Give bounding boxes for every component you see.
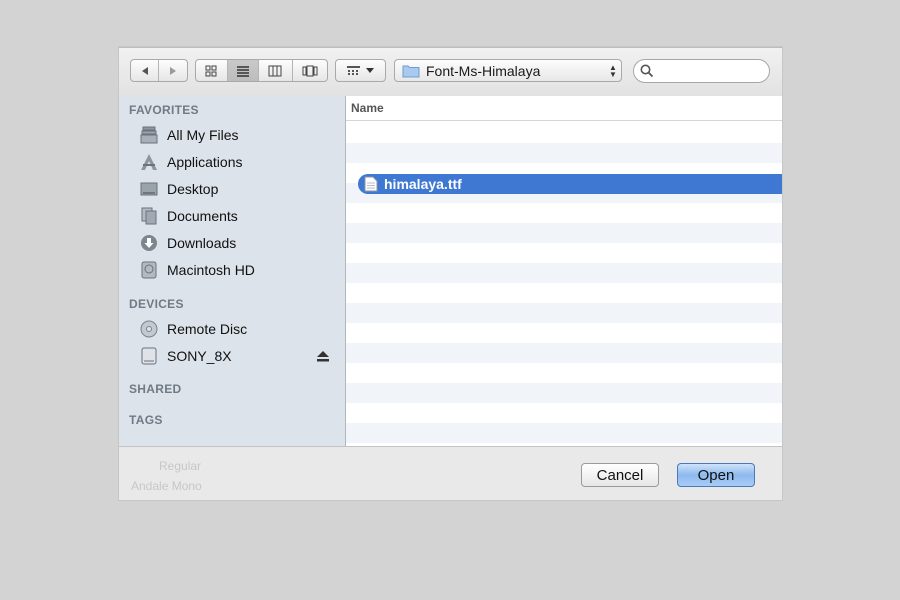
- external-drive-icon: [139, 346, 159, 366]
- list-view-icon: [236, 65, 249, 77]
- search-field[interactable]: [633, 59, 770, 83]
- sidebar-item-downloads[interactable]: Downloads: [139, 231, 339, 255]
- sidebar-item-label: All My Files: [167, 127, 239, 143]
- sidebar-item-label: Documents: [167, 208, 238, 224]
- sidebar-item-sony-8x[interactable]: SONY_8X: [139, 344, 339, 368]
- view-mode-switch: [195, 59, 328, 82]
- all-files-icon: [139, 125, 159, 145]
- file-name: himalaya.ttf: [384, 176, 462, 192]
- document-icon: [364, 176, 378, 192]
- section-devices: DEVICES: [129, 297, 184, 311]
- back-button[interactable]: [131, 60, 159, 81]
- column-header-label: Name: [351, 101, 384, 115]
- file-rows: [346, 123, 782, 446]
- sidebar-item-label: Downloads: [167, 235, 237, 251]
- search-icon: [640, 64, 654, 78]
- popup-updown-icon: ▲ ▼: [609, 62, 617, 79]
- sidebar-item-label: SONY_8X: [167, 348, 232, 364]
- section-favorites: FAVORITES: [129, 103, 199, 117]
- background-text: Regular: [159, 459, 202, 473]
- location-popup[interactable]: Font-Ms-Himalaya ▲ ▼: [394, 59, 622, 82]
- sidebar-item-label: Desktop: [167, 181, 219, 197]
- dropdown-arrow-icon: [366, 67, 374, 73]
- file-row-selected[interactable]: himalaya.ttf: [358, 174, 782, 194]
- sidebar-item-label: Applications: [167, 154, 243, 170]
- arrange-menu-face: [336, 60, 385, 81]
- eject-button[interactable]: [317, 349, 329, 367]
- sidebar-item-desktop[interactable]: Desktop: [139, 177, 339, 201]
- downloads-icon: [139, 233, 159, 253]
- location-label: Font-Ms-Himalaya: [426, 62, 541, 79]
- coverflow-view-icon: [302, 65, 318, 76]
- grid-arrange-icon: [347, 65, 360, 75]
- sidebar-item-label: Macintosh HD: [167, 262, 255, 278]
- cancel-button[interactable]: Cancel: [581, 463, 659, 487]
- desktop-icon: [139, 179, 159, 199]
- sidebar-item-macintosh-hd[interactable]: Macintosh HD: [139, 258, 339, 282]
- coverflow-view-button[interactable]: [293, 60, 327, 81]
- history-nav: [130, 59, 188, 82]
- search-input[interactable]: [658, 63, 762, 79]
- back-arrow-icon: [141, 66, 148, 75]
- sidebar-item-applications[interactable]: Applications: [139, 150, 339, 174]
- documents-icon: [139, 206, 159, 226]
- open-file-dialog: Font-Ms-Himalaya ▲ ▼ FAVORITES All My Fil…: [119, 47, 782, 500]
- open-button[interactable]: Open: [677, 463, 755, 487]
- section-tags[interactable]: TAGS: [129, 413, 163, 427]
- icon-view-button[interactable]: [196, 60, 228, 81]
- forward-arrow-icon: [170, 66, 176, 75]
- arrange-menu-button[interactable]: [335, 59, 386, 82]
- folder-icon: [402, 65, 420, 77]
- toolbar: Font-Ms-Himalaya ▲ ▼: [119, 48, 782, 97]
- dialog-footer: Regular Andale Mono Cancel Open: [119, 446, 782, 500]
- sidebar: FAVORITES All My Files Applications Desk…: [119, 96, 346, 446]
- sidebar-item-all-my-files[interactable]: All My Files: [139, 123, 339, 147]
- name-column-header[interactable]: Name: [346, 96, 782, 121]
- eject-icon: [317, 351, 329, 362]
- background-text: Andale Mono: [131, 479, 202, 493]
- section-shared[interactable]: SHARED: [129, 382, 181, 396]
- forward-button[interactable]: [159, 60, 187, 81]
- column-view-icon: [268, 65, 282, 76]
- column-view-button[interactable]: [259, 60, 293, 81]
- sidebar-item-label: Remote Disc: [167, 321, 248, 337]
- hard-drive-icon: [139, 260, 159, 280]
- file-list: Name himalaya.ttf: [346, 96, 782, 446]
- sidebar-item-documents[interactable]: Documents: [139, 204, 339, 228]
- icon-view-icon: [205, 65, 217, 76]
- sidebar-item-remote-disc[interactable]: Remote Disc: [139, 317, 339, 341]
- list-view-button[interactable]: [227, 60, 260, 81]
- applications-icon: [139, 152, 159, 172]
- remote-disc-icon: [139, 319, 159, 339]
